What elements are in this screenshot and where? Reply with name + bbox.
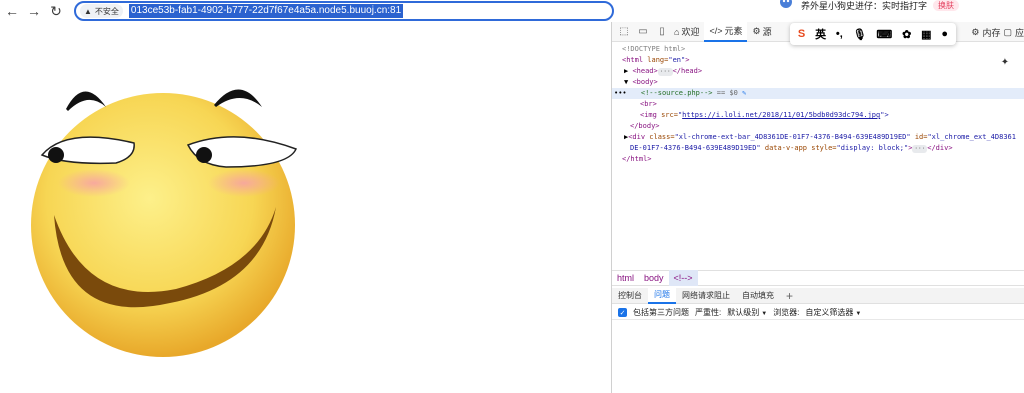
code-line[interactable]: DE-01F7-4376-B494-639E489D19ED" data-v-a… xyxy=(612,143,1024,154)
tab-elements[interactable]: </> 元素 xyxy=(704,21,748,42)
include-third-party-checkbox[interactable]: ✓ xyxy=(618,308,627,317)
code-line[interactable]: </body> xyxy=(612,121,1024,132)
issues-filter-row: ✓ 包括第三方问题 严重性: 默认级别 ▼ 浏览器: 自定义筛选器 ▼ xyxy=(612,306,1024,320)
devtools-right-tabs: ⚙ 内存 ▢ 应 xyxy=(971,22,1024,42)
address-bar[interactable]: ▲ 不安全 013ce53b-fab1-4902-b777-22d7f67e4a… xyxy=(74,1,614,21)
code-line[interactable]: ▼ <body> xyxy=(612,77,1024,88)
gear-icon[interactable]: ⚙ xyxy=(971,27,979,38)
bug-icon: ⚙ xyxy=(752,26,761,36)
mascot-icon xyxy=(780,0,792,8)
code-line[interactable]: </html> xyxy=(612,154,1024,165)
breadcrumb-comment[interactable]: <!--> xyxy=(668,270,698,286)
keyboard-icon[interactable]: ⌨ xyxy=(876,28,892,41)
warning-triangle-icon: ▲ xyxy=(84,6,92,16)
elements-tree: <!DOCTYPE html> <html lang="en"> ▶ <head… xyxy=(612,44,1024,165)
tab-welcome[interactable]: ⌂ 欢迎 xyxy=(669,22,704,42)
chevron-down-icon: ▼ xyxy=(761,311,768,317)
game-icon[interactable]: ● xyxy=(941,28,948,40)
security-indicator[interactable]: ▲ 不安全 xyxy=(80,4,123,18)
chevron-down-icon: ▼ xyxy=(855,311,862,317)
add-tab-button[interactable]: + xyxy=(780,288,799,304)
tab-label: 欢迎 xyxy=(681,27,700,37)
tab-autofill[interactable]: 自动填充 xyxy=(736,288,780,304)
forward-arrow-icon[interactable]: → xyxy=(24,1,44,21)
app-icon: ▢ xyxy=(1003,26,1012,37)
inspect-icon[interactable]: ⬚ xyxy=(617,25,631,39)
code-line[interactable]: ▶ <head> ··· </head> xyxy=(612,66,1024,77)
tab-network-blocking[interactable]: 网络请求阻止 xyxy=(676,288,736,304)
code-line[interactable]: <br> xyxy=(612,99,1024,110)
tab-memory[interactable]: 内存 xyxy=(982,26,1000,39)
skin-icon[interactable]: ✿ xyxy=(902,28,911,41)
back-arrow-icon[interactable]: ← xyxy=(2,1,22,21)
breadcrumb-html[interactable]: html xyxy=(612,270,639,286)
tab-issues[interactable]: 问题 xyxy=(648,287,676,304)
ime-language-toggle[interactable]: 英 xyxy=(815,26,826,42)
expand-arrow-icon[interactable]: ▶ xyxy=(624,67,628,75)
code-line[interactable]: ▶<div class="xl-chrome-ext-bar_4D8361DE-… xyxy=(612,132,1024,143)
page-viewport xyxy=(0,22,611,393)
smiley-image xyxy=(31,89,298,357)
sogou-logo-icon[interactable]: S xyxy=(798,28,805,40)
more-dots-icon[interactable]: ••• xyxy=(614,89,627,97)
microphone-icon[interactable]: 🎙 xyxy=(853,28,867,41)
code-line-selected[interactable]: ••• <!--source.php--> == $0 ✎ xyxy=(612,88,1024,99)
ellipsis-badge[interactable]: ··· xyxy=(657,68,673,76)
breadcrumb-body[interactable]: body xyxy=(639,270,669,286)
code-line[interactable]: <img src="https://i.loli.net/2018/11/01/… xyxy=(612,110,1024,121)
img-src-link[interactable]: https://i.loli.net/2018/11/01/5bdb0d93dc… xyxy=(682,111,880,119)
code-line[interactable]: <html lang="en"> xyxy=(612,55,1024,66)
tab-label: 源 xyxy=(762,27,772,37)
tab-label: 元素 xyxy=(724,26,743,36)
punctuation-icon[interactable]: •, xyxy=(836,28,843,40)
browser-label: 浏览器: xyxy=(773,308,800,317)
collapse-arrow-icon[interactable]: ▼ xyxy=(624,78,628,86)
ellipsis-badge[interactable]: ··· xyxy=(912,145,928,153)
devtools-panel: ⬚ ▭ ▯ ⌂ 欢迎 </> 元素 ⚙ 源 ⚙ 内存 ▢ 应 S 英 •, 🎙 … xyxy=(612,21,1024,393)
code-icon: </> xyxy=(709,25,723,36)
include-third-party-label: 包括第三方问题 xyxy=(633,308,689,317)
device-toggle-icon[interactable]: ▭ xyxy=(636,25,650,39)
url-text[interactable]: 013ce53b-fab1-4902-b777-22d7f67e4a5a.nod… xyxy=(128,4,404,18)
code-line[interactable]: <!DOCTYPE html> xyxy=(612,44,1024,55)
tab-console[interactable]: 控制台 xyxy=(612,288,648,304)
dock-icon[interactable]: ▯ xyxy=(655,25,669,39)
home-icon: ⌂ xyxy=(674,26,680,37)
drawer-tabs: 控制台 问题 网络请求阻止 自动填充 + xyxy=(612,287,1024,304)
tab-sources[interactable]: ⚙ 源 xyxy=(747,22,776,42)
breadcrumb: html body <!--> xyxy=(612,270,1024,286)
grid-icon[interactable]: ▦ xyxy=(921,28,931,41)
ime-toolbar: S 英 •, 🎙 ⌨ ✿ ▦ ● xyxy=(790,23,956,45)
browser-filter-select[interactable]: 自定义筛选器 ▼ xyxy=(805,307,861,318)
severity-label: 严重性: xyxy=(695,308,722,317)
security-label: 不安全 xyxy=(94,6,119,16)
ticker-text: 养外星小狗史进仔：实时指打字 xyxy=(801,0,928,11)
top-right-ticker: 养外星小狗史进仔：实时指打字 换肤 xyxy=(775,0,960,11)
severity-select[interactable]: 默认级别 ▼ xyxy=(727,307,767,318)
tab-application[interactable]: 应 xyxy=(1015,26,1024,39)
edit-icon[interactable]: ✎ xyxy=(742,89,746,97)
switch-skin-button[interactable]: 换肤 xyxy=(933,0,960,11)
reload-icon[interactable]: ↻ xyxy=(46,1,66,21)
